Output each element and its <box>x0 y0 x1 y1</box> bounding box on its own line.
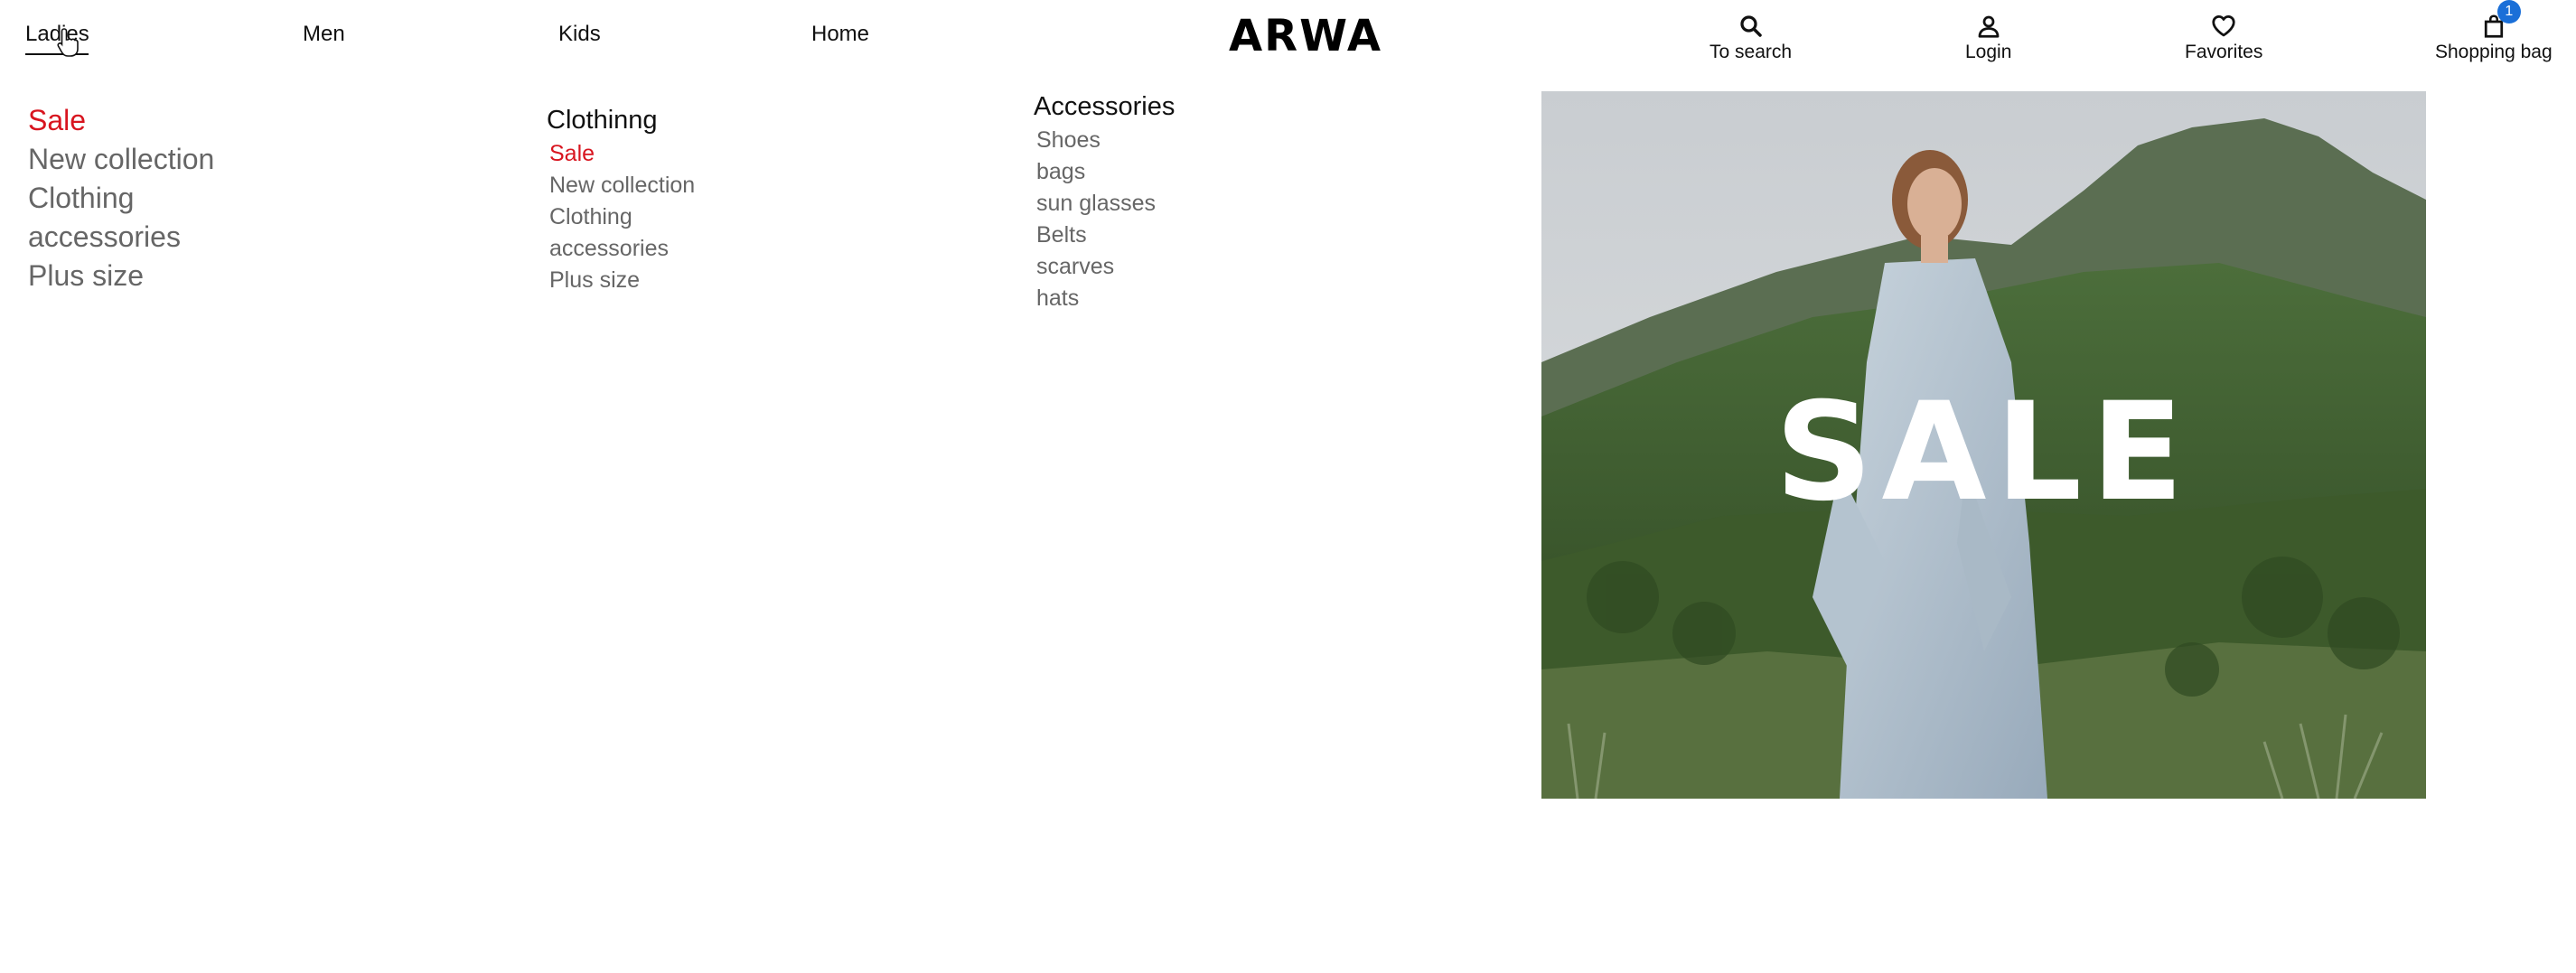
accessories-item-shoes[interactable]: Shoes <box>1036 125 1175 156</box>
menu-item-clothing[interactable]: Clothing <box>28 179 214 218</box>
menu-item-new-collection[interactable]: New collection <box>28 140 214 179</box>
nav-men[interactable]: Men <box>303 22 345 47</box>
menu-item-accessories[interactable]: accessories <box>28 218 214 257</box>
clothing-heading[interactable]: Clothinng <box>547 104 695 136</box>
clothing-item-clothing[interactable]: Clothing <box>549 201 695 233</box>
heart-icon <box>2212 15 2235 37</box>
clothing-item-accessories[interactable]: accessories <box>549 233 695 265</box>
ladies-main-menu: Sale New collection Clothing accessories… <box>28 101 214 295</box>
menu-item-plus-size[interactable]: Plus size <box>28 257 214 295</box>
search-button[interactable]: To search <box>1710 13 1792 63</box>
login-button[interactable]: Login <box>1965 13 2011 63</box>
accessories-heading[interactable]: Accessories <box>1034 90 1175 123</box>
sale-promo-banner[interactable]: SALE <box>1541 91 2426 799</box>
hand-cursor-icon <box>57 28 79 57</box>
nav-home[interactable]: Home <box>811 22 869 47</box>
sale-banner-text: SALE <box>1775 374 2193 531</box>
favorites-button[interactable]: Favorites <box>2185 13 2262 63</box>
accessories-item-belts[interactable]: Belts <box>1036 220 1175 251</box>
accessories-item-scarves[interactable]: scarves <box>1036 251 1175 283</box>
nav-kids[interactable]: Kids <box>558 22 601 47</box>
accessories-submenu: Accessories Shoes bags sun glasses Belts… <box>1034 90 1175 314</box>
accessories-item-bags[interactable]: bags <box>1036 156 1175 188</box>
clothing-item-plus-size[interactable]: Plus size <box>549 265 695 296</box>
page: Ladies Men Kids Home ARWA To search Logi… <box>0 0 2576 973</box>
user-icon <box>1978 15 2000 38</box>
bag-count-badge: 1 <box>2496 0 2521 23</box>
clothing-item-new-collection[interactable]: New collection <box>549 170 695 201</box>
shopping-bag-label: Shopping bag <box>2435 42 2553 62</box>
menu-item-sale[interactable]: Sale <box>28 101 214 140</box>
favorites-label: Favorites <box>2185 42 2263 62</box>
accessories-item-hats[interactable]: hats <box>1036 283 1175 314</box>
accessories-item-sun-glasses[interactable]: sun glasses <box>1036 188 1175 220</box>
brand-logo[interactable]: ARWA <box>1229 11 1382 61</box>
clothing-item-sale[interactable]: Sale <box>549 138 695 170</box>
login-label: Login <box>1965 42 2012 62</box>
shopping-bag-button[interactable]: 1 Shopping bag <box>2435 0 2553 63</box>
search-label: To search <box>1710 42 1793 62</box>
search-icon <box>1739 15 1762 37</box>
clothing-submenu: Clothinng Sale New collection Clothing a… <box>547 104 695 296</box>
